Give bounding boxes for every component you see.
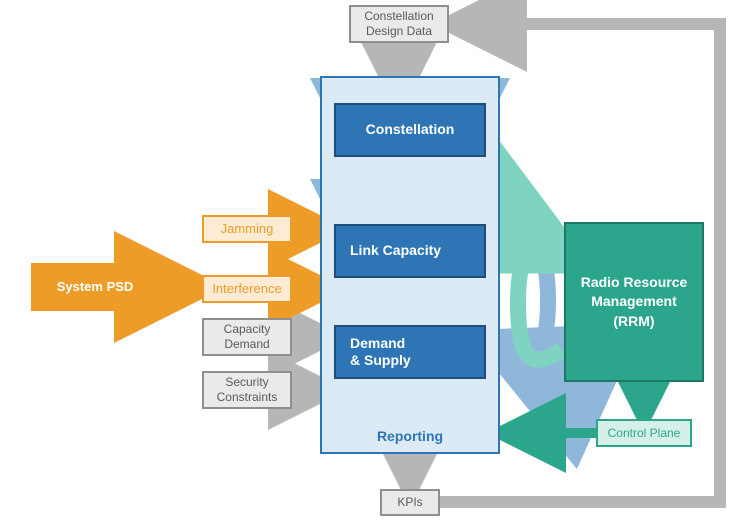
rrm-label: Radio Resource Management (RRM): [581, 273, 688, 332]
kpis-box: KPIs: [380, 489, 440, 516]
constellation-box: Constellation: [334, 103, 486, 157]
capacity-demand-label: Capacity Demand: [224, 322, 271, 352]
kpis-label: KPIs: [397, 495, 422, 510]
demand-supply-box: Demand & Supply: [334, 325, 486, 379]
control-plane-box: Control Plane: [596, 419, 692, 447]
reporting-label: Reporting: [320, 425, 500, 449]
link-capacity-label: Link Capacity: [350, 242, 441, 260]
constellation-design-data-box: Constellation Design Data: [349, 5, 449, 43]
control-plane-label: Control Plane: [608, 426, 681, 441]
constellation-label: Constellation: [366, 121, 455, 139]
demand-supply-label: Demand & Supply: [350, 335, 411, 370]
interference-label: Interference: [212, 281, 281, 297]
jamming-label: Jamming: [221, 221, 274, 237]
link-capacity-box: Link Capacity: [334, 224, 486, 278]
capacity-demand-box: Capacity Demand: [202, 318, 292, 356]
interference-box: Interference: [202, 275, 292, 303]
security-constraints-label: Security Constraints: [217, 375, 278, 405]
system-psd-box: System PSD: [31, 263, 159, 311]
rrm-box: Radio Resource Management (RRM): [564, 222, 704, 382]
system-psd-label: System PSD: [57, 279, 134, 295]
security-constraints-box: Security Constraints: [202, 371, 292, 409]
jamming-box: Jamming: [202, 215, 292, 243]
constellation-design-data-label: Constellation Design Data: [364, 9, 433, 39]
